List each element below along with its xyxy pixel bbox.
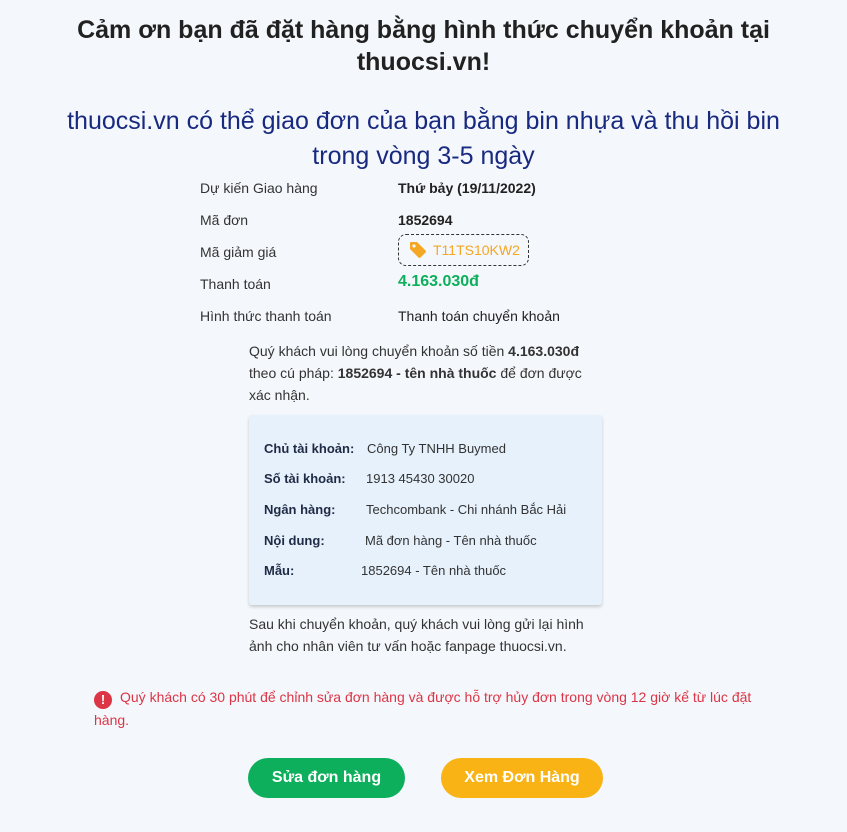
content-value: Mã đơn hàng - Tên nhà thuốc xyxy=(365,533,537,548)
method-row: Hình thức thanh toán Thanh toán chuyển k… xyxy=(200,304,600,336)
holder-label: Chủ tài khoản: xyxy=(264,441,355,456)
order-info-table: Dự kiến Giao hàng Thứ bảy (19/11/2022) M… xyxy=(200,176,600,336)
holder-value: Công Ty TNHH Buymed xyxy=(367,441,506,456)
page-subtitle: thuocsi.vn có thể giao đơn của bạn bằng … xyxy=(67,107,780,170)
instructions-amount: 4.163.030đ xyxy=(508,343,580,359)
coupon-label: Mã giảm giá xyxy=(200,244,277,260)
bank-label: Ngân hàng: xyxy=(264,502,336,517)
method-value: Thanh toán chuyển khoản xyxy=(398,308,560,324)
instructions-syntax: 1852694 - tên nhà thuốc xyxy=(337,365,497,381)
delivery-row: Dự kiến Giao hàng Thứ bảy (19/11/2022) xyxy=(200,176,600,208)
after-transfer-note: Sau khi chuyển khoản, quý khách vui lòng… xyxy=(249,616,584,654)
payment-row: Thanh toán 4.163.030đ xyxy=(200,272,600,304)
payment-amount: 4.163.030đ xyxy=(398,273,479,290)
account-label: Số tài khoản: xyxy=(264,471,346,486)
view-order-button[interactable]: Xem Đơn Hàng xyxy=(441,758,603,798)
coupon-row: Mã giảm giá T11TS10KW2 xyxy=(200,234,600,272)
coupon-chip[interactable]: T11TS10KW2 xyxy=(398,234,529,266)
delivery-label: Dự kiến Giao hàng xyxy=(200,180,318,196)
delivery-value: Thứ bảy (19/11/2022) xyxy=(398,180,536,196)
edit-cancel-warning: ! Quý khách có 30 phút để chỉnh sửa đơn h… xyxy=(94,686,774,731)
method-label: Hình thức thanh toán xyxy=(200,308,332,324)
tag-icon xyxy=(409,241,427,259)
payment-label: Thanh toán xyxy=(200,276,271,292)
bank-info-box: Chủ tài khoản: Công Ty TNHH Buymed Số tà… xyxy=(249,415,602,605)
account-value: 1913 45430 30020 xyxy=(366,471,475,486)
instructions-part2: theo cú pháp: xyxy=(249,365,338,381)
coupon-code: T11TS10KW2 xyxy=(433,242,520,258)
order-id-label: Mã đơn xyxy=(200,212,249,228)
page-title: Cảm ơn bạn đã đặt hàng bằng hình thức ch… xyxy=(77,16,770,76)
sample-value: 1852694 - Tên nhà thuốc xyxy=(361,563,507,578)
transfer-instructions: Quý khách vui lòng chuyển khoản số tiền … xyxy=(249,340,601,406)
bank-value: Techcombank - Chi nhánh Bắc Hải xyxy=(366,502,567,517)
order-id-value: 1852694 xyxy=(398,212,453,228)
edit-order-button[interactable]: Sửa đơn hàng xyxy=(248,758,405,798)
instructions-part1: Quý khách vui lòng chuyển khoản số tiền xyxy=(249,343,509,359)
warning-text: Quý khách có 30 phút để chỉnh sửa đơn hà… xyxy=(94,689,752,728)
warning-icon: ! xyxy=(94,691,112,709)
content-label: Nội dung: xyxy=(264,533,325,548)
order-confirmation-page: Cảm ơn bạn đã đặt hàng bằng hình thức ch… xyxy=(0,0,847,832)
sample-label: Mẫu: xyxy=(264,563,295,578)
